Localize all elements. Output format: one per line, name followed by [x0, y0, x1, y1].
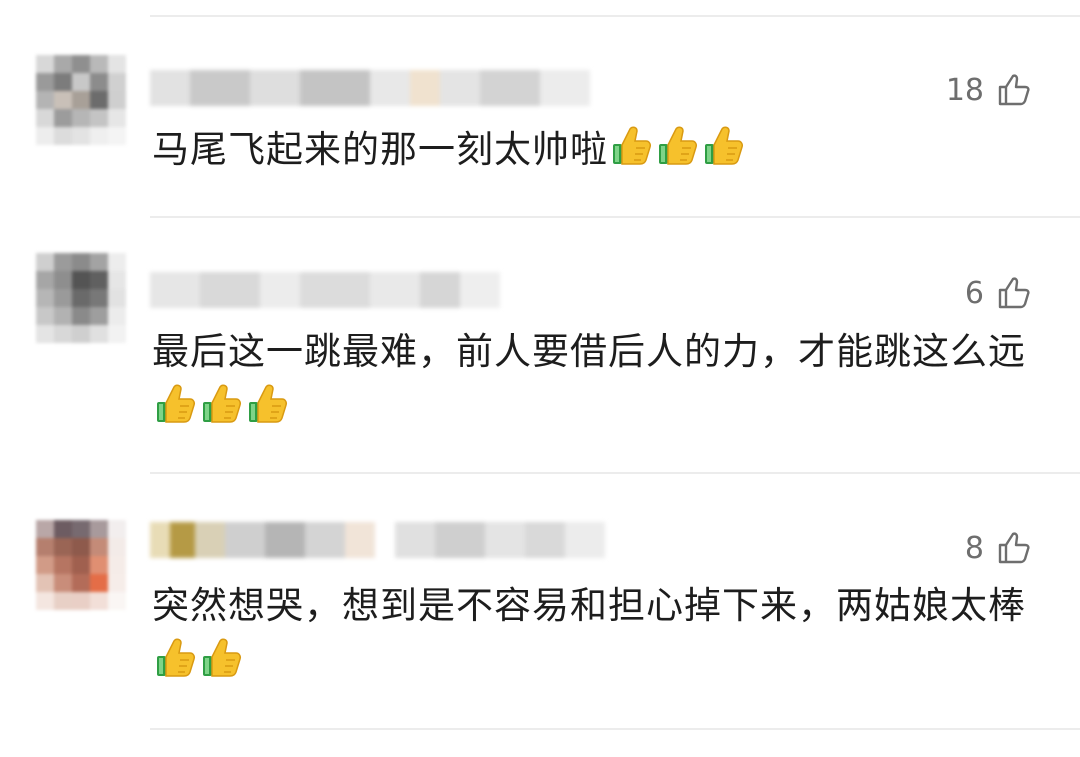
thumbs-up-outline-icon[interactable] — [996, 530, 1032, 566]
divider — [150, 728, 1080, 730]
like-button[interactable]: 18 — [946, 72, 1032, 108]
like-count: 18 — [945, 72, 984, 108]
comment-text: 最后这一跳最难，前人要借后人的力，才能跳这么远 — [152, 324, 1040, 442]
thumbs-up-outline-icon[interactable] — [996, 72, 1032, 108]
thumbs-up-icon — [154, 636, 246, 696]
comment-text: 突然想哭，想到是不容易和担心掉下来，两姑娘太棒 — [152, 578, 1040, 696]
divider — [150, 472, 1080, 474]
like-count: 8 — [964, 530, 984, 566]
thumbs-up-outline-icon[interactable] — [996, 275, 1032, 311]
username-blurred[interactable] — [150, 70, 590, 106]
comment-body: 突然想哭，想到是不容易和担心掉下来，两姑娘太棒 — [152, 584, 1026, 627]
avatar[interactable] — [36, 520, 126, 610]
like-button[interactable]: 8 — [965, 530, 1032, 566]
divider — [150, 15, 1080, 17]
avatar[interactable] — [36, 55, 126, 145]
thumbs-up-icon — [610, 124, 748, 184]
like-count: 6 — [964, 275, 984, 311]
comment-body: 马尾飞起来的那一刻太帅啦 — [152, 128, 608, 171]
avatar[interactable] — [36, 253, 126, 343]
like-button[interactable]: 6 — [965, 275, 1032, 311]
comment-text: 马尾飞起来的那一刻太帅啦 — [152, 122, 1040, 184]
comment-body: 最后这一跳最难，前人要借后人的力，才能跳这么远 — [152, 330, 1026, 373]
divider — [150, 216, 1080, 218]
username-blurred[interactable] — [150, 522, 605, 558]
username-blurred[interactable] — [150, 272, 500, 308]
thumbs-up-icon — [154, 382, 292, 442]
